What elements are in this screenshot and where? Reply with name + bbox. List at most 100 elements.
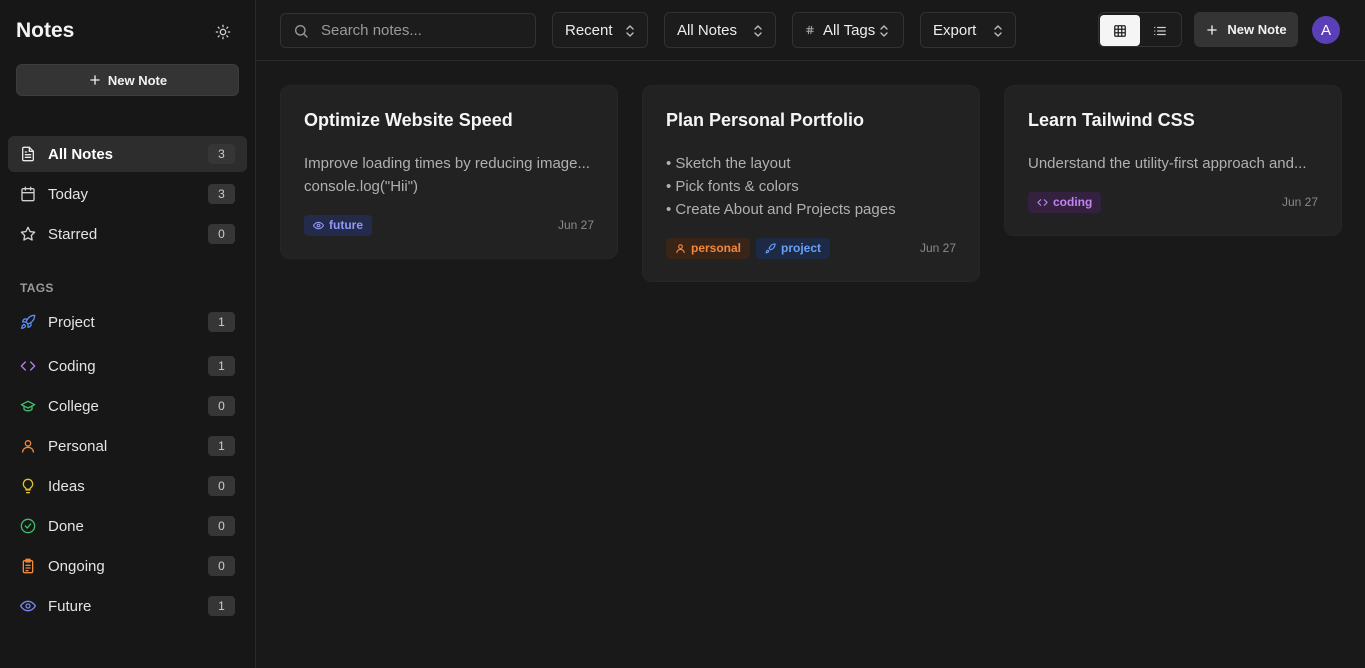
tags-filter-select[interactable]: All Tags	[792, 12, 904, 48]
sort-select[interactable]: Recent	[552, 12, 648, 48]
sort-select-value: Recent	[565, 21, 613, 39]
note-card[interactable]: Learn Tailwind CSS Understand the utilit…	[1004, 85, 1342, 236]
list-view-button[interactable]	[1140, 15, 1180, 46]
tag-item-label: Ongoing	[48, 557, 105, 575]
sidebar: Notes New Note All Notes 3 Today 3 Starr…	[0, 0, 256, 668]
tag-item-future[interactable]: Future 1	[8, 588, 247, 624]
tag-item-label: Future	[48, 597, 92, 615]
nav-item-label: Today	[48, 185, 89, 203]
note-card[interactable]: Optimize Website Speed Improve loading t…	[280, 85, 618, 259]
note-preview-line: Understand the utility-first approach an…	[1028, 155, 1307, 172]
notes-filter-select[interactable]: All Notes	[664, 12, 776, 48]
tag-chip-label: coding	[1053, 195, 1093, 209]
tag-item-project[interactable]: Project 1	[8, 304, 247, 340]
eye-icon	[313, 220, 324, 231]
user-icon	[675, 243, 686, 254]
chevrons-up-down-icon	[993, 24, 1003, 38]
note-date: Jun 27	[557, 218, 594, 232]
export-select-label: Export	[933, 21, 977, 39]
note-preview-line: • Create About and Projects pages	[666, 201, 896, 218]
note-footer: future Jun 27	[304, 214, 594, 236]
new-note-button[interactable]: New Note	[1194, 12, 1298, 47]
search-box[interactable]	[280, 13, 536, 48]
note-preview: Improve loading times by reducing image.…	[304, 152, 594, 198]
lightbulb-icon	[20, 478, 36, 494]
note-date: Jun 27	[919, 241, 956, 255]
search-icon	[293, 23, 309, 39]
tag-item-label: Project	[48, 313, 95, 331]
tag-item-ongoing[interactable]: Ongoing 0	[8, 548, 247, 584]
note-title: Plan Personal Portfolio	[666, 110, 865, 130]
grid-view-button[interactable]	[1100, 15, 1140, 46]
tag-chip-future[interactable]: future	[304, 214, 372, 236]
tag-item-coding[interactable]: Coding 1	[8, 348, 247, 384]
tag-count-badge: 1	[208, 596, 235, 616]
grid-icon	[1113, 24, 1127, 38]
tag-item-label: College	[48, 397, 99, 415]
tag-item-label: Done	[48, 517, 84, 535]
tag-count-badge: 0	[208, 476, 235, 496]
tag-item-label: Coding	[48, 357, 96, 375]
note-preview-line: • Pick fonts & colors	[666, 178, 799, 195]
note-card[interactable]: Plan Personal Portfolio • Sketch the lay…	[642, 85, 980, 282]
view-toggle	[1098, 12, 1182, 47]
chevrons-up-down-icon	[625, 24, 635, 38]
sidebar-new-note-label: New Note	[107, 72, 168, 88]
tag-chip-project[interactable]: project	[756, 237, 831, 259]
note-count-badge: 3	[208, 144, 235, 164]
sun-icon	[215, 24, 231, 40]
tags-heading: TAGS	[20, 281, 54, 295]
tag-item-label: Ideas	[48, 477, 85, 495]
note-date: Jun 27	[1281, 195, 1318, 209]
tag-chip-label: personal	[691, 241, 742, 255]
chevrons-up-down-icon	[753, 24, 763, 38]
tag-count-badge: 1	[208, 312, 235, 332]
app-title: Notes	[16, 19, 75, 42]
nav-item-today[interactable]: Today 3	[8, 176, 247, 212]
nav-item-starred[interactable]: Starred 0	[8, 216, 247, 252]
rocket-icon	[20, 314, 36, 330]
tag-chip-coding[interactable]: coding	[1028, 191, 1102, 213]
tag-item-college[interactable]: College 0	[8, 388, 247, 424]
tag-count-badge: 1	[208, 436, 235, 456]
check-circle-icon	[20, 518, 36, 534]
graduation-cap-icon	[20, 398, 36, 414]
new-note-label: New Note	[1227, 22, 1287, 37]
tag-count-badge: 0	[208, 396, 235, 416]
star-icon	[20, 226, 36, 242]
tag-item-ideas[interactable]: Ideas 0	[8, 468, 247, 504]
toolbar: Recent All Notes All Tags Export	[256, 0, 1365, 61]
chevrons-up-down-icon	[879, 24, 889, 38]
plus-icon	[88, 73, 102, 87]
sidebar-new-note-button[interactable]: New Note	[16, 64, 239, 96]
note-count-badge: 3	[208, 184, 235, 204]
tag-item-personal[interactable]: Personal 1	[8, 428, 247, 464]
search-input[interactable]	[321, 22, 521, 39]
note-title: Learn Tailwind CSS	[1028, 110, 1195, 130]
nav-item-label: All Notes	[48, 145, 114, 163]
code-icon	[20, 358, 36, 374]
file-text-icon	[20, 146, 36, 162]
avatar[interactable]: A	[1312, 16, 1340, 44]
clipboard-icon	[20, 558, 36, 574]
note-footer: personal project Jun 27	[666, 237, 956, 259]
calendar-icon	[20, 186, 36, 202]
tag-count-badge: 0	[208, 556, 235, 576]
rocket-icon	[765, 242, 776, 254]
note-count-badge: 0	[208, 224, 235, 244]
hash-icon	[805, 25, 815, 35]
theme-toggle-button[interactable]	[212, 21, 234, 43]
tag-count-badge: 0	[208, 516, 235, 536]
list-icon	[1153, 24, 1167, 38]
tags-filter-value: All Tags	[823, 21, 876, 39]
user-icon	[20, 438, 36, 454]
note-preview-line: Improve loading times by reducing image.…	[304, 155, 590, 172]
note-footer: coding Jun 27	[1028, 191, 1318, 213]
note-preview-line: console.log("Hii")	[304, 178, 419, 195]
tag-chip-label: project	[781, 241, 822, 255]
export-select[interactable]: Export	[920, 12, 1016, 48]
nav-item-all-notes[interactable]: All Notes 3	[8, 136, 247, 172]
note-title: Optimize Website Speed	[304, 110, 513, 130]
tag-chip-personal[interactable]: personal	[666, 237, 751, 259]
tag-item-done[interactable]: Done 0	[8, 508, 247, 544]
